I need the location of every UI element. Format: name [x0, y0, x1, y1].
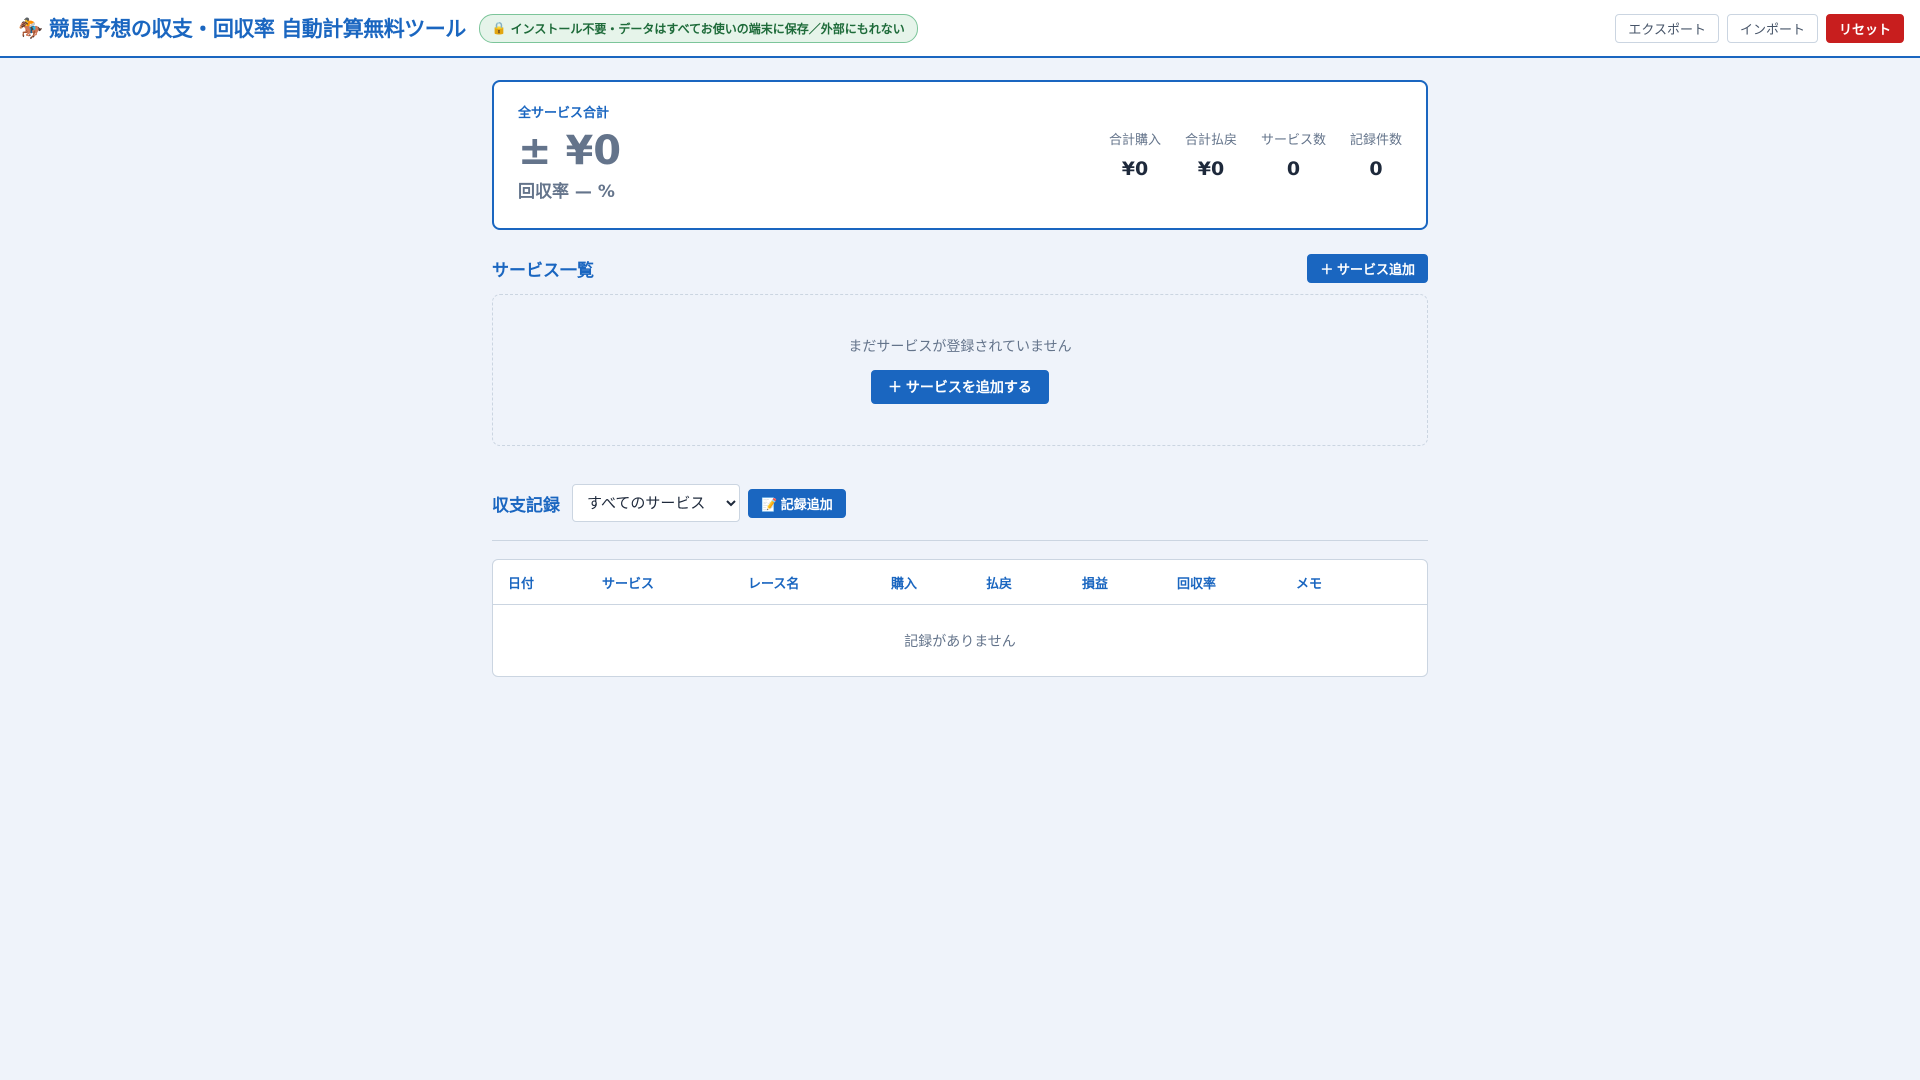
stat-record-count: 記録件数 0: [1350, 129, 1402, 180]
col-memo: メモ: [1296, 576, 1323, 592]
summary-label: 全サービス合計: [518, 106, 610, 121]
stat-value: 0: [1369, 157, 1383, 180]
stat-label: 合計払戻: [1184, 132, 1237, 148]
stat-service-count: サービス数 0: [1261, 129, 1326, 180]
col-rate: 回収率: [1177, 576, 1217, 592]
col-race: レース名: [748, 576, 800, 592]
stat-label: 記録件数: [1349, 132, 1402, 148]
stat-value: 0: [1286, 157, 1301, 180]
badge-text: インストール不要・データはすべてお使いの端末に保存／外部にもれない: [510, 21, 905, 36]
stat-value: ¥0: [1121, 157, 1149, 180]
stat-value: ¥0: [1197, 157, 1225, 180]
records-table: 日付 サービス レース名 購入 払戻 損益 回収率 メモ 記録がありません: [492, 559, 1428, 677]
col-date: 日付: [508, 576, 535, 592]
horse-racing-icon: 🏇: [18, 16, 43, 40]
records-empty-text: 記録がありません: [904, 633, 1016, 650]
records-heading: 収支記録: [492, 495, 560, 516]
services-empty-state: まだサービスが登録されていません ＋ サービスを追加する: [492, 294, 1428, 446]
page-title: 競馬予想の収支・回収率 自動計算無料ツール: [48, 17, 466, 41]
col-profit: 損益: [1082, 576, 1109, 592]
col-purchase: 購入: [891, 576, 918, 592]
summary-rate: 回収率 — %: [518, 182, 615, 202]
lock-icon: 🔒: [491, 21, 507, 35]
export-button[interactable]: エクスポート: [1615, 13, 1719, 43]
reset-button[interactable]: リセット: [1825, 13, 1904, 43]
col-service: サービス: [602, 576, 655, 592]
col-payout: 払戻: [986, 576, 1013, 592]
summary-card: 全サービス合計 ± ¥0 回収率 — % 合計購入 ¥0 合計払戻 ¥0 サービス数…: [492, 80, 1428, 230]
service-filter-select[interactable]: すべてのサービス: [572, 484, 740, 522]
stat-label: 合計購入: [1108, 132, 1161, 148]
import-button[interactable]: インポート: [1726, 13, 1818, 43]
add-service-button[interactable]: ＋ サービス追加: [1307, 253, 1428, 283]
add-record-button[interactable]: 📝 記録追加: [748, 488, 846, 518]
stat-total-purchase: 合計購入 ¥0: [1109, 129, 1161, 180]
summary-total: ± ¥0: [518, 128, 622, 174]
privacy-badge: 🔒 インストール不要・データはすべてお使いの端末に保存／外部にもれない: [478, 13, 918, 43]
add-service-big-button[interactable]: ＋ サービスを追加する: [871, 370, 1049, 404]
services-empty-text: まだサービスが登録されていません: [848, 339, 1072, 355]
services-heading: サービス一覧: [492, 260, 594, 281]
table-header: 日付 サービス レース名 購入 払戻 損益 回収率 メモ: [493, 560, 1427, 605]
stat-total-payout: 合計払戻 ¥0: [1185, 129, 1237, 180]
header: 🏇 競馬予想の収支・回収率 自動計算無料ツール 🔒 インストール不要・データはす…: [0, 0, 1920, 58]
divider: [492, 540, 1428, 541]
stat-label: サービス数: [1260, 132, 1326, 148]
